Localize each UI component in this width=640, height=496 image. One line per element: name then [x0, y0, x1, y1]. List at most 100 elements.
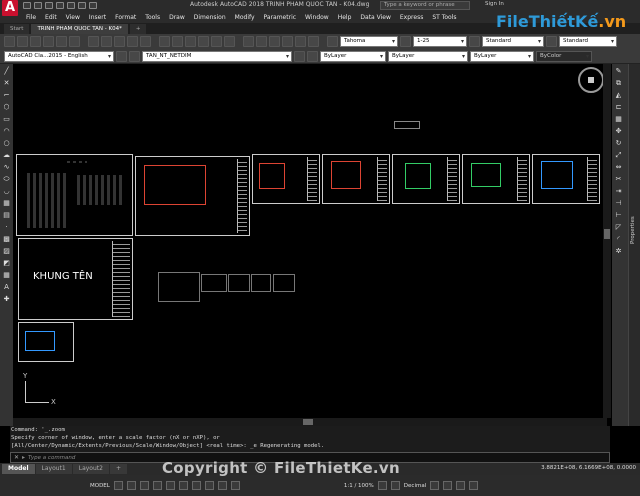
lineweight-icon[interactable]	[191, 481, 201, 490]
vertical-scrollbar[interactable]	[603, 64, 611, 418]
dim-style-icon[interactable]	[400, 36, 411, 47]
tab-drawing[interactable]: TRINH PHAM QUOC TAN - K04*	[31, 24, 128, 34]
table-style-icon[interactable]	[469, 36, 480, 47]
fillet-icon[interactable]: ◜	[614, 235, 623, 244]
break-icon[interactable]: ⊣	[614, 199, 623, 208]
new-icon[interactable]	[4, 36, 15, 47]
trim-icon[interactable]: ✂	[614, 175, 623, 184]
annotation-scale[interactable]: 1:1 / 100%	[344, 483, 374, 489]
layer-properties-icon[interactable]	[129, 50, 140, 62]
annotation-visibility-icon[interactable]	[230, 481, 240, 490]
snap-icon[interactable]	[126, 481, 136, 490]
make-current-icon[interactable]	[294, 50, 305, 62]
polygon-icon[interactable]: ⬡	[2, 103, 11, 112]
units-setting[interactable]: Decimal	[404, 483, 426, 489]
join-icon[interactable]: ⊢	[614, 211, 623, 220]
workspace-switch-icon[interactable]	[377, 481, 387, 490]
undo-icon[interactable]	[78, 2, 86, 9]
spline-icon[interactable]: ∿	[2, 163, 11, 172]
menu-data-view[interactable]: Data View	[360, 14, 390, 21]
quick-properties-icon[interactable]	[430, 481, 440, 490]
viewcube-icon[interactable]	[578, 67, 604, 93]
add-layout-button[interactable]: +	[109, 464, 127, 474]
tool-palettes-icon[interactable]	[269, 36, 280, 47]
close-command-line-icon[interactable]: ✕	[14, 454, 19, 461]
mleader-style-select[interactable]: Standard	[559, 36, 617, 47]
undo-icon[interactable]	[159, 36, 170, 47]
menu-edit[interactable]: Edit	[45, 14, 57, 21]
copy-icon[interactable]	[101, 36, 112, 47]
properties-palette-strip[interactable]: Properties	[628, 64, 640, 426]
open-file-icon[interactable]	[34, 2, 42, 9]
sheet-set-icon[interactable]	[282, 36, 293, 47]
otrack-icon[interactable]	[178, 481, 188, 490]
sign-in-button[interactable]: Sign In	[485, 1, 504, 7]
drawing-canvas[interactable]: KHUNG TÊN Y X	[13, 64, 607, 418]
horizontal-scrollbar[interactable]	[13, 418, 607, 426]
explode-icon[interactable]: ✲	[614, 247, 623, 256]
array-icon[interactable]: ▦	[614, 115, 623, 124]
menu-format[interactable]: Format	[115, 14, 136, 21]
lineweight-select[interactable]: ByLayer	[470, 50, 534, 62]
open-icon[interactable]	[17, 36, 28, 47]
stretch-icon[interactable]: ⇔	[614, 163, 623, 172]
circle-icon[interactable]: ○	[2, 139, 11, 148]
menu-file[interactable]: File	[26, 14, 36, 21]
ortho-icon[interactable]	[139, 481, 149, 490]
isolate-objects-icon[interactable]	[443, 481, 453, 490]
plotstyle-select[interactable]: ByColor	[536, 50, 592, 62]
annotation-monitor-icon[interactable]	[390, 481, 400, 490]
text-style-select[interactable]: Tahoma	[340, 36, 398, 47]
new-file-icon[interactable]	[23, 2, 31, 9]
polyline-icon[interactable]: ⌐	[2, 91, 11, 100]
settings-icon[interactable]	[116, 50, 127, 62]
tab-layout1[interactable]: Layout1	[35, 464, 72, 474]
preview-icon[interactable]	[56, 36, 67, 47]
table-style-select[interactable]: Standard	[482, 36, 544, 47]
text-style-icon[interactable]	[327, 36, 338, 47]
rectangle-icon[interactable]: ▭	[2, 115, 11, 124]
extend-icon[interactable]: ⇥	[614, 187, 623, 196]
menu-insert[interactable]: Insert	[89, 14, 106, 21]
redo-icon[interactable]	[89, 2, 97, 9]
linetype-select[interactable]: ByLayer	[388, 50, 468, 62]
markup-icon[interactable]	[295, 36, 306, 47]
block-editor-icon[interactable]	[140, 36, 151, 47]
design-center-icon[interactable]	[256, 36, 267, 47]
table-icon[interactable]: ▦	[2, 271, 11, 280]
ellipse-arc-icon[interactable]: ◡	[2, 187, 11, 196]
add-selected-icon[interactable]: ✚	[2, 295, 11, 304]
zoom-previous-icon[interactable]	[224, 36, 235, 47]
construction-line-icon[interactable]: ✕	[2, 79, 11, 88]
menu-dimension[interactable]: Dimension	[194, 14, 226, 21]
revision-cloud-icon[interactable]: ☁	[2, 151, 11, 160]
menu-help[interactable]: Help	[338, 14, 352, 21]
redo-icon[interactable]	[172, 36, 183, 47]
save-icon[interactable]	[30, 36, 41, 47]
workspace-select[interactable]: AutoCAD Cla...2015 - English	[4, 50, 114, 62]
menu-express[interactable]: Express	[400, 14, 423, 21]
tab-start[interactable]: Start	[4, 24, 30, 34]
scale-icon[interactable]: ⤢	[614, 151, 623, 160]
horizontal-scroll-thumb[interactable]	[303, 419, 313, 425]
erase-icon[interactable]: ✎	[614, 67, 623, 76]
selection-cycling-icon[interactable]	[217, 481, 227, 490]
rotate-icon[interactable]: ↻	[614, 139, 623, 148]
properties-icon[interactable]	[243, 36, 254, 47]
menu-modify[interactable]: Modify	[235, 14, 255, 21]
menu-st-tools[interactable]: ST Tools	[432, 14, 456, 21]
osnap-icon[interactable]	[165, 481, 175, 490]
tab-model[interactable]: Model	[2, 464, 35, 474]
multiline-text-icon[interactable]: A	[2, 283, 11, 292]
zoom-realtime-icon[interactable]	[198, 36, 209, 47]
menu-draw[interactable]: Draw	[169, 14, 185, 21]
point-icon[interactable]: ·	[2, 223, 11, 232]
copy-object-icon[interactable]: ⧉	[614, 79, 623, 88]
save-icon[interactable]	[45, 2, 53, 9]
region-icon[interactable]: ◩	[2, 259, 11, 268]
mleader-style-icon[interactable]	[546, 36, 557, 47]
clean-screen-icon[interactable]	[456, 481, 466, 490]
menu-tools[interactable]: Tools	[145, 14, 160, 21]
hatch-icon[interactable]: ▩	[2, 235, 11, 244]
insert-block-icon[interactable]: ▦	[2, 199, 11, 208]
